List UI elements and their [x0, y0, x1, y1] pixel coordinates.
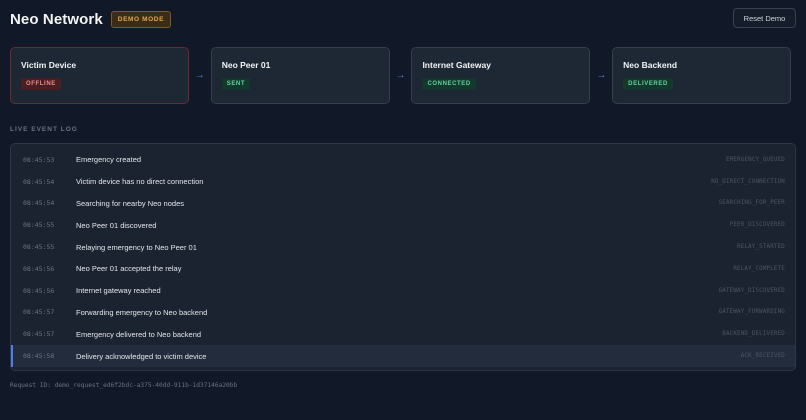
log-code: RELAY_COMPLETE	[733, 265, 785, 272]
log-code: PEER_DISCOVERED	[729, 222, 785, 229]
log-message: Emergency delivered to Neo backend	[76, 329, 202, 339]
status-badge: OFFLINE	[21, 78, 61, 90]
arrow-right-icon: →	[596, 70, 607, 81]
log-message: Searching for nearby Neo nodes	[76, 198, 184, 208]
log-row: 08:45:57 Emergency delivered to Neo back…	[11, 323, 795, 345]
log-code: GATEWAY_FORWARDING	[718, 309, 785, 316]
log-timestamp: 08:45:58	[23, 352, 55, 361]
log-code: NO_DIRECT_CONNECTION	[711, 178, 785, 185]
log-code: ACK_RECEIVED	[740, 353, 785, 360]
log-timestamp: 08:45:57	[23, 308, 55, 317]
log-code: EMERGENCY_QUEUED	[725, 156, 785, 163]
status-badge: SENT	[221, 78, 251, 90]
demo-mode-badge: DEMO MODE	[110, 10, 172, 28]
log-message: Delivery acknowledged to victim device	[76, 351, 207, 361]
node-victim-device: Victim Device OFFLINE	[10, 47, 189, 104]
log-message: Neo Peer 01 discovered	[76, 220, 157, 230]
log-message: Neo Peer 01 accepted the relay	[76, 264, 182, 274]
arrow-right-icon: →	[194, 70, 205, 81]
log-timestamp: 08:45:56	[23, 264, 55, 273]
log-row-latest: 08:45:58 Delivery acknowledged to victim…	[11, 345, 795, 367]
log-row: 08:45:55 Neo Peer 01 discovered PEER_DIS…	[11, 214, 795, 236]
log-timestamp: 08:45:55	[23, 221, 55, 230]
log-timestamp: 08:45:57	[23, 330, 55, 339]
event-log[interactable]: 08:45:53 Emergency created EMERGENCY_QUE…	[10, 143, 796, 371]
log-message: Internet gateway reached	[76, 286, 161, 296]
node-title: Victim Device	[21, 60, 77, 70]
log-row: 08:45:56 Neo Peer 01 accepted the relay …	[11, 258, 795, 280]
log-code: GATEWAY_DISCOVERED	[718, 287, 785, 294]
node-internet-gateway: Internet Gateway CONNECTED	[411, 47, 591, 104]
log-timestamp: 08:45:56	[23, 286, 55, 295]
log-timestamp: 08:45:54	[23, 177, 55, 186]
log-timestamp: 08:45:53	[23, 155, 55, 164]
status-badge: CONNECTED	[422, 78, 476, 90]
log-timestamp: 08:45:55	[23, 243, 55, 252]
node-neo-peer: Neo Peer 01 SENT	[210, 47, 390, 104]
page-title: Neo Network	[10, 10, 103, 28]
log-row: 08:45:56 Internet gateway reached GATEWA…	[11, 280, 795, 302]
log-code: BACKEND_DELIVERED	[722, 331, 785, 338]
request-id: Request ID: demo_request_ed6f2bdc-a375-4…	[10, 382, 238, 389]
log-timestamp: 08:45:54	[23, 199, 55, 208]
reset-demo-button[interactable]: Reset Demo	[733, 8, 796, 28]
node-neo-backend: Neo Backend DELIVERED	[612, 47, 792, 104]
node-title: Neo Peer 01	[221, 60, 271, 70]
log-row: 08:45:57 Forwarding emergency to Neo bac…	[11, 302, 795, 324]
log-message: Emergency created	[76, 155, 142, 165]
header: Neo Network DEMO MODE Reset Demo	[10, 8, 796, 30]
event-log-label: LIVE EVENT LOG	[10, 126, 78, 133]
log-row: 08:45:54 Victim device has no direct con…	[11, 171, 795, 193]
log-row: 08:45:53 Emergency created EMERGENCY_QUE…	[11, 149, 795, 171]
log-message: Relaying emergency to Neo Peer 01	[76, 242, 197, 252]
node-title: Neo Backend	[623, 60, 678, 70]
arrow-right-icon: →	[395, 70, 406, 81]
log-row: 08:45:54 Searching for nearby Neo nodes …	[11, 193, 795, 215]
log-code: RELAY_STARTED	[737, 244, 785, 251]
status-badge: DELIVERED	[623, 78, 673, 90]
node-title: Internet Gateway	[422, 60, 491, 70]
network-flow: Victim Device OFFLINE → Neo Peer 01 SENT…	[10, 47, 792, 104]
log-row: 08:45:55 Relaying emergency to Neo Peer …	[11, 236, 795, 258]
log-message: Forwarding emergency to Neo backend	[76, 307, 208, 317]
log-message: Victim device has no direct connection	[76, 177, 204, 187]
log-code: SEARCHING_FOR_PEER	[718, 200, 785, 207]
